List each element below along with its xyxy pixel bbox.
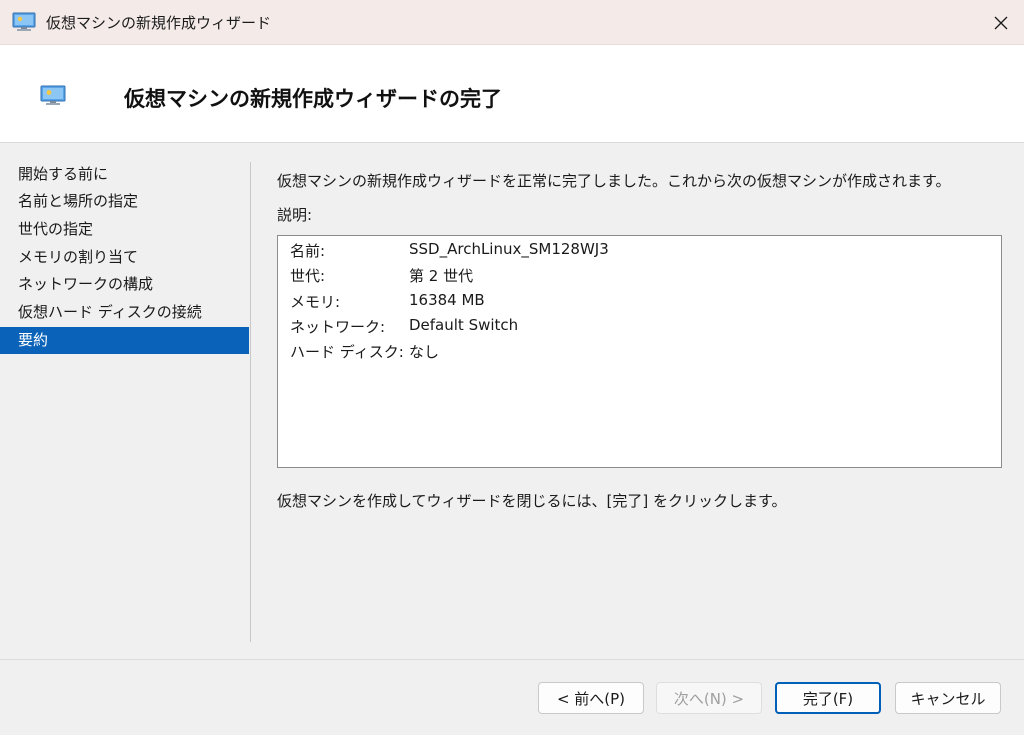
finish-hint-text: 仮想マシンを作成してウィザードを閉じるには、[完了] をクリックします。 bbox=[277, 492, 787, 510]
next-button: 次へ(N) > bbox=[656, 682, 762, 714]
wizard-header: 仮想マシンの新規作成ウィザードの完了 bbox=[0, 45, 1024, 143]
summary-value: 第 2 世代 bbox=[409, 267, 474, 285]
window-title: 仮想マシンの新規作成ウィザード bbox=[46, 14, 272, 32]
finish-button[interactable]: 完了(F) bbox=[775, 682, 881, 714]
summary-value: なし bbox=[409, 343, 440, 361]
summary-key: 世代: bbox=[290, 267, 326, 285]
intro-text: 仮想マシンの新規作成ウィザードを正常に完了しました。これから次の仮想マシンが作成… bbox=[277, 172, 951, 190]
sidebar-item-before-you-begin[interactable]: 開始する前に bbox=[0, 161, 249, 188]
wizard-footer: < 前へ(P) 次へ(N) > 完了(F) キャンセル bbox=[0, 659, 1024, 735]
back-button[interactable]: < 前へ(P) bbox=[538, 682, 644, 714]
summary-box[interactable]: 名前: SSD_ArchLinux_SM128WJ3 世代: 第 2 世代 メモ… bbox=[277, 235, 1002, 468]
summary-key: 名前: bbox=[290, 242, 326, 260]
sidebar-item-summary[interactable]: 要約 bbox=[0, 327, 249, 354]
sidebar-item-memory[interactable]: メモリの割り当て bbox=[0, 244, 249, 271]
summary-key: ネットワーク: bbox=[290, 318, 386, 336]
virtual-machine-icon bbox=[40, 85, 66, 105]
title-bar: 仮想マシンの新規作成ウィザード bbox=[0, 0, 1024, 45]
summary-key: メモリ: bbox=[290, 293, 341, 311]
wizard-steps-sidebar: 開始する前に 名前と場所の指定 世代の指定 メモリの割り当て ネットワークの構成… bbox=[0, 144, 250, 658]
sidebar-item-virtual-disk[interactable]: 仮想ハード ディスクの接続 bbox=[0, 299, 249, 326]
sidebar-item-networking[interactable]: ネットワークの構成 bbox=[0, 271, 249, 298]
virtual-machine-icon bbox=[12, 12, 36, 31]
sidebar-item-name-location[interactable]: 名前と場所の指定 bbox=[0, 188, 249, 215]
summary-value: SSD_ArchLinux_SM128WJ3 bbox=[409, 240, 609, 258]
sidebar-item-generation[interactable]: 世代の指定 bbox=[0, 216, 249, 243]
description-label: 説明: bbox=[277, 206, 313, 224]
close-button[interactable] bbox=[978, 0, 1024, 45]
page-title: 仮想マシンの新規作成ウィザードの完了 bbox=[124, 87, 502, 111]
close-icon bbox=[994, 16, 1008, 29]
cancel-button[interactable]: キャンセル bbox=[895, 682, 1001, 714]
summary-key: ハード ディスク: bbox=[290, 343, 404, 361]
summary-value: Default Switch bbox=[409, 316, 519, 334]
sidebar-divider bbox=[250, 162, 251, 642]
summary-value: 16384 MB bbox=[409, 291, 485, 309]
